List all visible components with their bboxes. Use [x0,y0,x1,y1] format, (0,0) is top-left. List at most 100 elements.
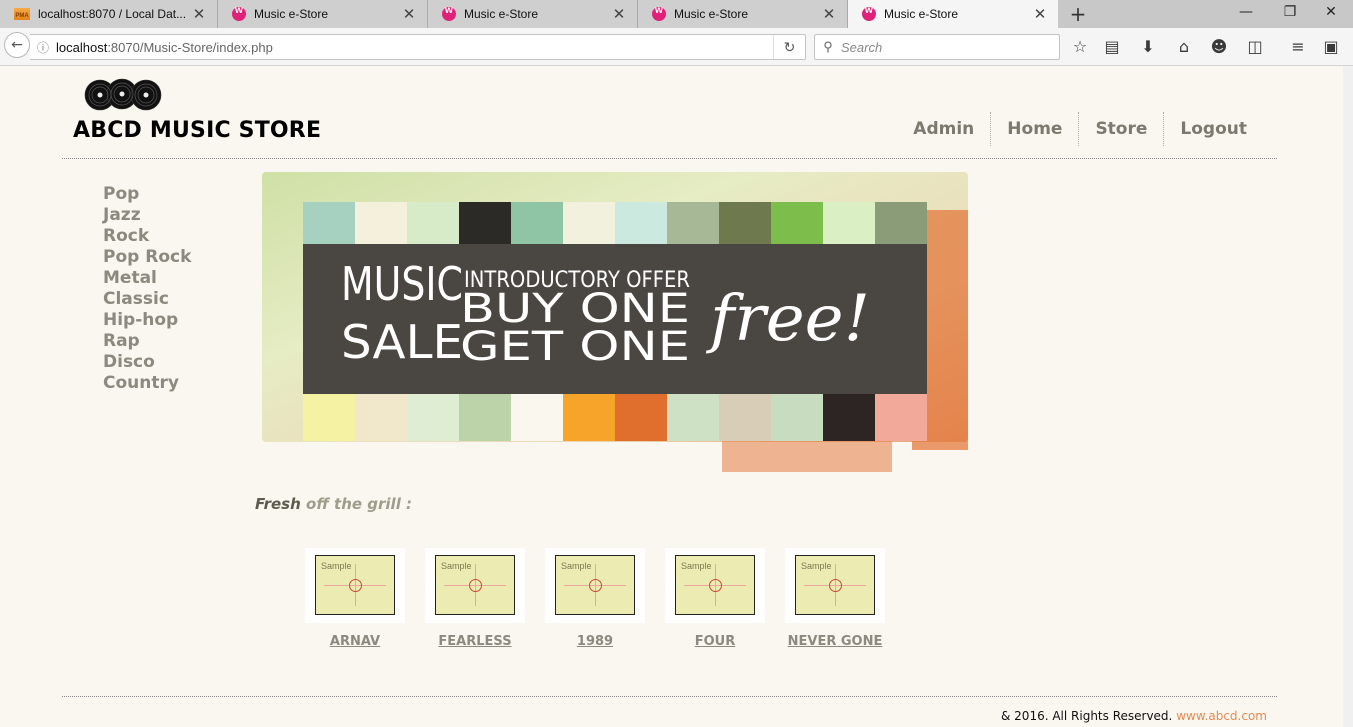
store-title: ABCD MUSIC STORE [73,118,322,143]
close-tab-icon[interactable]: ✕ [1030,5,1050,23]
url-bar[interactable]: ⓘ localhost:8070/Music-Store/index.php ↻ [30,34,806,60]
genre-link[interactable]: Disco [103,352,191,373]
bottom-color-strip [303,394,927,441]
genre-link[interactable]: Pop [103,184,191,205]
browser-tab-3[interactable]: Music e-Store ✕ [428,0,638,28]
target-icon [469,579,482,592]
browser-tab-5-active[interactable]: Music e-Store ✕ [848,0,1058,28]
new-tab-icon[interactable]: + [1066,1,1090,27]
home-icon[interactable]: ⌂ [1172,36,1196,58]
minimize-icon[interactable]: — [1224,0,1268,28]
url-path: :8070/Music-Store/index.php [107,39,273,55]
bookmark-star-icon[interactable]: ☆ [1068,36,1092,58]
album-card[interactable]: Sample 1989 [545,548,645,649]
banner-music-text: MUSIC [341,257,463,311]
album-thumbnail[interactable]: Sample [435,555,515,615]
browser-tab-4[interactable]: Music e-Store ✕ [638,0,848,28]
album-title-link[interactable]: FEARLESS [425,634,525,649]
banner-get-one-text: GET ONE [460,324,690,370]
album-thumbnail[interactable]: Sample [795,555,875,615]
close-tab-icon[interactable]: ✕ [819,5,839,23]
search-icon: ⚲ [823,39,833,54]
tab-title: Music e-Store [464,7,539,21]
album-title-link[interactable]: NEVER GONE [785,634,885,649]
thumbnail-sample-label: Sample [681,561,712,571]
browser-tab-bar: PMA localhost:8070 / Local Dat... ✕ Musi… [0,0,1353,28]
close-tab-icon[interactable]: ✕ [399,5,419,23]
banner-free-text: free! [706,282,870,356]
download-icon[interactable]: ⬇ [1136,36,1160,58]
tab-title: localhost:8070 / Local Dat... [38,7,187,21]
album-card[interactable]: Sample NEVER GONE [785,548,885,649]
album-thumbnail[interactable]: Sample [315,555,395,615]
nav-admin-link[interactable]: Admin [897,112,990,146]
album-card[interactable]: Sample ARNAV [305,548,405,649]
thumbnail-sample-label: Sample [441,561,472,571]
nav-store-link[interactable]: Store [1078,112,1163,146]
footer-link[interactable]: www.abcd.com [1176,709,1267,723]
top-navigation: Admin Home Store Logout [897,112,1263,146]
album-thumbnail-frame[interactable]: Sample [425,548,525,623]
close-tab-icon[interactable]: ✕ [609,5,629,23]
thumbnail-sample-label: Sample [801,561,832,571]
tab-title: Music e-Store [884,7,959,21]
genre-link[interactable]: Rock [103,226,191,247]
album-thumbnail-frame[interactable]: Sample [665,548,765,623]
store-icon [862,5,876,21]
browser-tab-2[interactable]: Music e-Store ✕ [218,0,428,28]
close-window-icon[interactable]: ✕ [1309,0,1353,28]
target-icon [709,579,722,592]
phpmyadmin-icon: PMA [14,8,30,20]
fresh-bold: Fresh [255,495,301,513]
target-icon [829,579,842,592]
album-card[interactable]: Sample FOUR [665,548,765,649]
reading-list-icon[interactable]: ▤ [1100,36,1124,58]
extension-icon[interactable]: ▣ [1319,36,1343,58]
genre-link[interactable]: Hip-hop [103,310,191,331]
album-thumbnail[interactable]: Sample [675,555,755,615]
nav-logout-link[interactable]: Logout [1163,112,1263,146]
genre-link[interactable]: Pop Rock [103,247,191,268]
genre-list: Pop Jazz Rock Pop Rock Metal Classic Hip… [103,184,191,394]
nav-home-link[interactable]: Home [990,112,1078,146]
store-icon [442,5,456,21]
restore-icon[interactable]: ❐ [1268,0,1312,28]
album-thumbnail-frame[interactable]: Sample [785,548,885,623]
album-thumbnail-frame[interactable]: Sample [305,548,405,623]
info-icon[interactable]: ⓘ [30,39,56,56]
pocket-icon[interactable]: ◫ [1243,36,1267,58]
tab-title: Music e-Store [674,7,749,21]
album-title-link[interactable]: ARNAV [305,634,405,649]
tab-title: Music e-Store [254,7,329,21]
album-thumbnail[interactable]: Sample [555,555,635,615]
genre-link[interactable]: Jazz [103,205,191,226]
genre-link[interactable]: Rap [103,331,191,352]
browser-tab-1[interactable]: PMA localhost:8070 / Local Dat... ✕ [0,0,218,28]
footer-divider [62,696,1277,697]
thumbnail-sample-label: Sample [321,561,352,571]
close-tab-icon[interactable]: ✕ [189,5,209,23]
search-box[interactable]: ⚲ Search [814,34,1060,60]
genre-link[interactable]: Metal [103,268,191,289]
banner-sale-text: SALE [341,315,463,369]
fresh-rest: off the grill : [306,495,413,513]
chat-icon[interactable]: ☻ [1207,36,1231,58]
back-arrow-icon[interactable]: ← [4,32,30,58]
thumbnail-sample-label: Sample [561,561,592,571]
fresh-heading: Fresh off the grill : [255,495,412,513]
search-placeholder: Search [841,39,883,55]
album-card[interactable]: Sample FEARLESS [425,548,525,649]
genre-link[interactable]: Country [103,373,191,394]
album-title-link[interactable]: 1989 [545,634,645,649]
menu-icon[interactable]: ≡ [1286,36,1310,58]
reload-icon[interactable]: ↻ [773,35,805,59]
page-scrollbar[interactable] [1343,66,1353,727]
top-color-strip [303,202,927,244]
promo-banner: MUSIC SALE INTRODUCTORY OFFER BUY ONE GE… [262,172,968,472]
browser-nav-bar: ← ⓘ localhost:8070/Music-Store/index.php… [0,28,1353,66]
footer: & 2016. All Rights Reserved. www.abcd.co… [1001,709,1267,723]
album-thumbnail-frame[interactable]: Sample [545,548,645,623]
album-title-link[interactable]: FOUR [665,634,765,649]
genre-link[interactable]: Classic [103,289,191,310]
vinyl-records-logo-icon [84,78,162,111]
